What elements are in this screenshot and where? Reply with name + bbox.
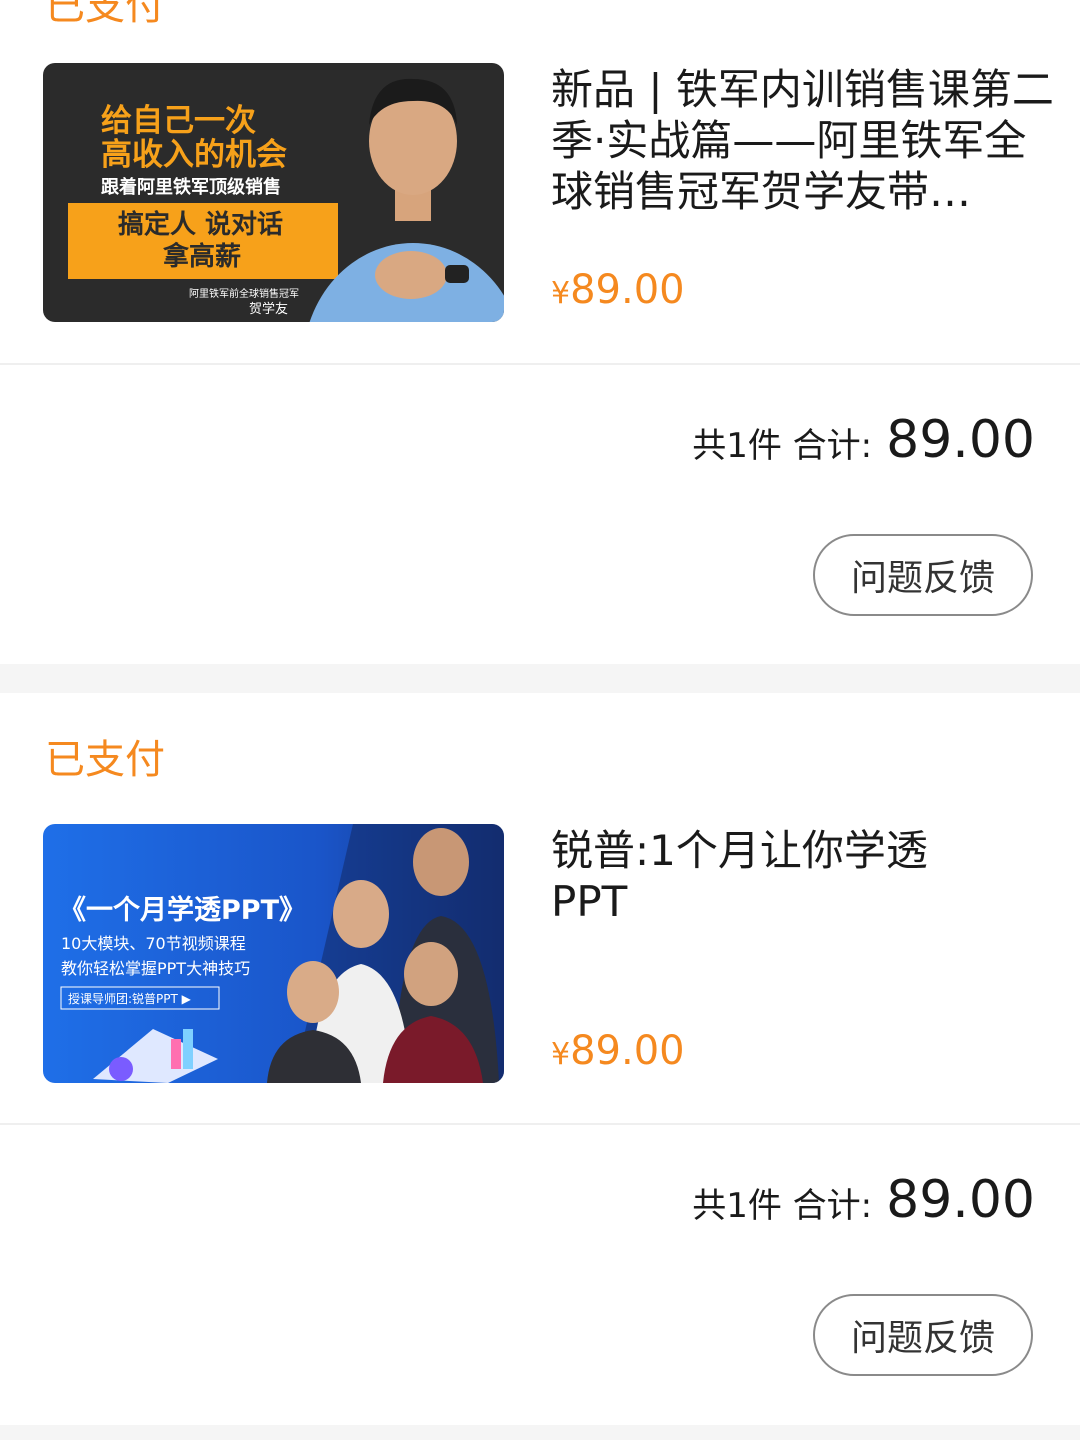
cover-subline: 跟着阿里铁军顶级销售 <box>101 176 281 198</box>
price-value: 89.00 <box>570 1028 685 1074</box>
order-total: 89.00 <box>886 410 1035 470</box>
cover-subline-2: 教你轻松掌握PPT大神技巧 <box>61 959 250 978</box>
cover-headline: 《一个月学透PPT》 <box>59 894 306 926</box>
divider <box>0 1123 1080 1125</box>
cover-banner-1: 搞定人 说对话 <box>118 209 283 240</box>
course-title[interactable]: 锐普:1个月让你学透 PPT <box>551 825 941 927</box>
divider <box>0 363 1080 365</box>
cover-subline-1: 10大模块、70节视频课程 <box>61 934 246 953</box>
summary-label: 共1件 合计: <box>692 426 873 466</box>
course-price: ¥89.00 <box>551 266 685 318</box>
summary-label: 共1件 合计: <box>692 1186 873 1226</box>
order-card[interactable]: 已支付 给自己一次 高收入的机会 跟着阿里铁军顶级销售 搞定人 说对话 拿高薪 … <box>0 0 1080 664</box>
feedback-button[interactable]: 问题反馈 <box>813 534 1033 616</box>
cover-headline-1: 给自己一次 <box>101 103 256 139</box>
cover-credit-2: 贺学友 <box>249 301 288 317</box>
feedback-button[interactable]: 问题反馈 <box>813 1294 1033 1376</box>
order-card[interactable]: 已支付 《一个月学透PPT》 10大模块、70节视频课程 教你轻松掌握PPT大神… <box>0 693 1080 1425</box>
cover-banner-2: 拿高薪 <box>162 241 241 272</box>
order-status: 已支付 <box>45 0 165 29</box>
order-status: 已支付 <box>45 737 165 783</box>
currency-symbol: ¥ <box>551 1037 571 1072</box>
course-price: ¥89.00 <box>551 1027 685 1079</box>
cover-credit-1: 阿里铁军前全球销售冠军 <box>189 287 299 300</box>
order-summary: 共1件 合计: 89.00 <box>692 410 1035 470</box>
course-cover-image: 给自己一次 高收入的机会 跟着阿里铁军顶级销售 搞定人 说对话 拿高薪 阿里铁军… <box>43 63 504 322</box>
course-title[interactable]: 新品 | 铁军内训销售课第二季·实战篇——阿里铁军全球销售冠军贺学友带… <box>551 64 1056 217</box>
order-total: 89.00 <box>886 1170 1035 1230</box>
course-thumbnail[interactable]: 给自己一次 高收入的机会 跟着阿里铁军顶级销售 搞定人 说对话 拿高薪 阿里铁军… <box>43 63 504 322</box>
price-value: 89.00 <box>570 267 685 313</box>
course-cover-image: 《一个月学透PPT》 10大模块、70节视频课程 教你轻松掌握PPT大神技巧 授… <box>43 824 504 1083</box>
currency-symbol: ¥ <box>551 276 571 311</box>
cover-headline-2: 高收入的机会 <box>101 137 287 173</box>
cover-instructor-tag: 授课导师团:锐普PPT ▶ <box>68 991 192 1006</box>
order-summary: 共1件 合计: 89.00 <box>692 1170 1035 1230</box>
course-thumbnail[interactable]: 《一个月学透PPT》 10大模块、70节视频课程 教你轻松掌握PPT大神技巧 授… <box>43 824 504 1083</box>
